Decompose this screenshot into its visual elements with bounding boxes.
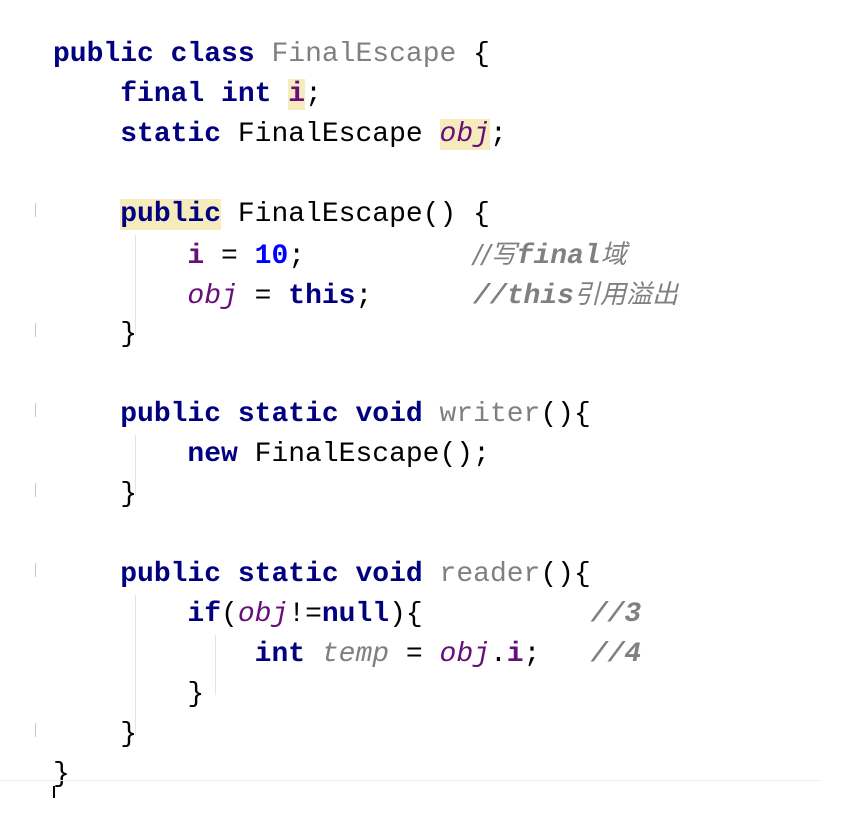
semicolon: ; xyxy=(355,281,373,312)
semicolon: ; xyxy=(489,119,507,150)
keyword-static: static xyxy=(120,119,222,150)
constructor-call: FinalEscape(); xyxy=(237,439,490,470)
keyword-this: this xyxy=(288,281,356,312)
code-line-reader-signature[interactable]: public static void reader(){ xyxy=(53,555,591,595)
comment-prefix: //写 xyxy=(473,240,517,270)
open-brace: { xyxy=(456,39,490,70)
assign-operator: = xyxy=(389,639,440,670)
close-brace: } xyxy=(53,759,70,790)
keyword-new: new xyxy=(187,439,238,470)
keyword-static: static xyxy=(237,559,339,590)
close-brace: } xyxy=(120,479,138,510)
padding xyxy=(540,639,590,670)
method-params: (){ xyxy=(540,559,591,590)
keyword-final: final xyxy=(120,79,205,110)
code-line-read-temp[interactable]: int temp = obj.i; //4 xyxy=(53,635,642,675)
keyword-null: null xyxy=(321,599,390,630)
field-i-highlighted: i xyxy=(288,79,306,110)
field-obj: obj xyxy=(439,639,490,670)
keyword-if: if xyxy=(187,599,222,630)
close-brace: } xyxy=(120,319,138,350)
close-brace: } xyxy=(120,719,138,750)
fold-marker[interactable] xyxy=(35,723,39,737)
keyword-public: public xyxy=(120,559,222,590)
keyword-public-highlighted: public xyxy=(120,199,222,230)
code-line-if-close[interactable]: } xyxy=(53,675,204,715)
field-obj: obj xyxy=(237,599,289,630)
assign-operator: = xyxy=(204,241,255,272)
comment-word: final xyxy=(516,241,601,272)
field-i: i xyxy=(506,639,524,670)
close-brace: } xyxy=(187,679,205,710)
constructor-signature: FinalEscape() { xyxy=(221,199,490,230)
field-obj: obj xyxy=(187,281,238,312)
fold-marker[interactable] xyxy=(35,203,39,217)
method-name-reader: reader xyxy=(439,559,541,590)
semicolon: ; xyxy=(305,79,322,110)
paren-open: ( xyxy=(221,599,238,630)
comment-prefix: //this xyxy=(473,281,574,312)
code-line-field-i[interactable]: final int i; xyxy=(53,75,322,115)
code-line-writer-signature[interactable]: public static void writer(){ xyxy=(53,395,591,435)
padding xyxy=(372,281,473,312)
code-line-field-obj[interactable]: static FinalEscape obj; xyxy=(53,115,507,155)
padding xyxy=(423,599,591,630)
keyword-void: void xyxy=(355,559,423,590)
code-line-class-declaration[interactable]: public class FinalEscape { xyxy=(53,35,490,75)
code-line-if-condition[interactable]: if(obj!=null){ //3 xyxy=(53,595,641,635)
comment-suffix: 引用溢出 xyxy=(573,280,678,310)
padding xyxy=(305,241,473,272)
fold-marker[interactable] xyxy=(35,483,39,497)
keyword-public: public xyxy=(53,39,154,70)
keyword-public: public xyxy=(120,399,222,430)
code-line-constructor-close[interactable]: } xyxy=(53,315,137,355)
keyword-class: class xyxy=(170,39,255,70)
keyword-int: int xyxy=(221,79,272,110)
assign-operator: = xyxy=(237,281,289,312)
method-params: (){ xyxy=(540,399,591,430)
fold-marker[interactable] xyxy=(35,323,39,337)
class-name: FinalEscape xyxy=(271,39,457,70)
code-editor[interactable]: public class FinalEscape { final int i; … xyxy=(0,0,850,828)
comment-write-final: //写final域 xyxy=(473,240,627,272)
fold-marker[interactable] xyxy=(35,563,39,577)
fold-marker[interactable] xyxy=(35,403,39,417)
keyword-void: void xyxy=(355,399,423,430)
paren-close: ){ xyxy=(389,599,423,630)
comment-this-escape: //this引用溢出 xyxy=(473,280,678,312)
code-line-writer-close[interactable]: } xyxy=(53,475,137,515)
comment-suffix: 域 xyxy=(600,240,627,270)
local-temp: temp xyxy=(321,639,390,670)
code-line-writer-body[interactable]: new FinalEscape(); xyxy=(53,435,490,475)
code-line-constructor-signature[interactable]: public FinalEscape() { xyxy=(53,195,490,235)
code-line-assign-i[interactable]: i = 10; //写final域 xyxy=(53,235,627,275)
divider xyxy=(0,780,820,781)
number-literal: 10 xyxy=(254,241,289,272)
code-line-class-close[interactable]: } xyxy=(53,755,70,795)
not-equal-operator: != xyxy=(288,599,322,630)
type-name: FinalEscape xyxy=(237,119,423,150)
text-caret xyxy=(53,786,55,798)
comment-4: //4 xyxy=(590,639,642,670)
keyword-int: int xyxy=(254,639,306,670)
field-i: i xyxy=(187,241,205,272)
code-line-reader-close[interactable]: } xyxy=(53,715,137,755)
method-name-writer: writer xyxy=(439,399,541,430)
code-line-assign-obj[interactable]: obj = this; //this引用溢出 xyxy=(53,275,678,315)
field-obj-highlighted: obj xyxy=(439,119,490,150)
dot: . xyxy=(489,639,507,670)
comment-3: //3 xyxy=(590,599,642,630)
keyword-static: static xyxy=(237,399,339,430)
semicolon: ; xyxy=(523,639,541,670)
semicolon: ; xyxy=(288,241,306,272)
